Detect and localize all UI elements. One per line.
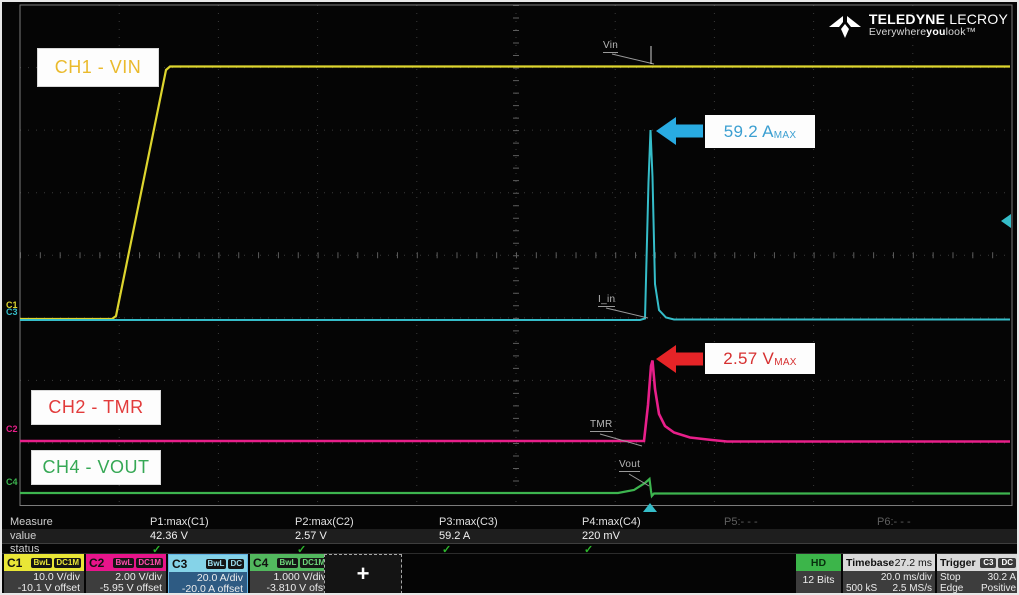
p4-status-check-icon: ✓ bbox=[584, 543, 593, 556]
vmax-sub: MAX bbox=[774, 357, 797, 368]
oscilloscope-screen: Vin I_in TMR Vout C1 C3 C2 C4 CH1 - VIN … bbox=[0, 0, 1019, 595]
vout-annotation: Vout bbox=[619, 460, 640, 472]
c2-coupling-badge: DC1M bbox=[136, 558, 163, 568]
c1-offset: -10.1 V offset bbox=[4, 583, 80, 594]
c4-bwl-badge: BwL bbox=[277, 558, 298, 568]
trigger-time-marker[interactable] bbox=[643, 503, 657, 512]
iin-annotation: I_in bbox=[598, 295, 615, 307]
trigger-source-badge: C3 bbox=[980, 558, 996, 568]
c4-id: C4 bbox=[253, 556, 268, 570]
trigger-level: 30.2 A bbox=[988, 572, 1016, 583]
imax-arrow-icon bbox=[656, 117, 703, 145]
c4-descriptor-box[interactable]: C4 BwLDC1M 1.000 V/div-3.810 V ofst bbox=[250, 554, 330, 594]
timebase-rate: 2.5 MS/s bbox=[893, 583, 932, 594]
trace-c4-vout bbox=[20, 479, 1010, 496]
c2-zero-marker[interactable]: C2 bbox=[6, 425, 18, 434]
measure-p2-value: 2.57 V bbox=[295, 530, 327, 542]
c2-offset: -5.95 V offset bbox=[86, 583, 162, 594]
tagline-post: look™ bbox=[946, 26, 977, 38]
brand-lecroy: LECROY bbox=[949, 11, 1008, 27]
vin-annotation: Vin bbox=[603, 41, 618, 53]
timebase-title: Timebase bbox=[846, 557, 894, 569]
hd-title: HD bbox=[796, 554, 841, 571]
trigger-title: Trigger bbox=[940, 557, 976, 569]
timebase-box[interactable]: Timebase 27.2 ms 20.0 ms/div 500 kS 2.5 M… bbox=[843, 554, 935, 594]
iin-callout-line bbox=[606, 308, 648, 318]
timebase-position: 27.2 ms bbox=[895, 557, 932, 569]
c4-coupling-badge: DC1M bbox=[300, 558, 327, 568]
trigger-box[interactable]: Trigger C3 DC Stop 30.2 A Edge Positive bbox=[937, 554, 1019, 594]
teledyne-logo-icon bbox=[828, 13, 862, 39]
c2-bwl-badge: BwL bbox=[113, 558, 134, 568]
c3-bwl-badge: BwL bbox=[206, 559, 227, 569]
c3-id: C3 bbox=[172, 557, 187, 571]
add-trace-button[interactable]: + bbox=[324, 554, 402, 594]
measure-p3-value: 59.2 A bbox=[439, 530, 470, 542]
measure-p6-header[interactable]: P6:- - - bbox=[877, 516, 911, 528]
tagline-bold: you bbox=[926, 26, 945, 38]
c4-zero-marker[interactable]: C4 bbox=[6, 478, 18, 487]
c2-descriptor-box[interactable]: C2 BwLDC1M 2.00 V/div-5.95 V offset bbox=[86, 554, 166, 594]
measure-p2-header[interactable]: P2:max(C2) bbox=[295, 516, 354, 528]
hd-mode-box[interactable]: HD 12 Bits bbox=[796, 554, 841, 594]
tagline-pre: Everywhere bbox=[869, 26, 926, 38]
c1-coupling-badge: DC1M bbox=[54, 558, 81, 568]
measure-row-title: Measure bbox=[10, 516, 53, 528]
c3-coupling-badge: DC bbox=[228, 559, 244, 569]
c1-id: C1 bbox=[7, 556, 22, 570]
ch2-tmr-label: CH2 - TMR bbox=[32, 391, 160, 424]
measure-p1-value: 42.36 V bbox=[150, 530, 188, 542]
vout-callout-line bbox=[629, 474, 649, 486]
trigger-coupling-badge: DC bbox=[998, 558, 1016, 568]
p3-status-check-icon: ✓ bbox=[442, 543, 451, 556]
ch1-vin-label: CH1 - VIN bbox=[38, 49, 158, 86]
trace-c2-tmr bbox=[20, 361, 1010, 442]
imax-value: 59.2 A bbox=[724, 122, 774, 142]
c3-offset: -20.0 A offset bbox=[169, 584, 243, 595]
c3-descriptor-box-selected[interactable]: C3 BwLDC 20.0 A/div-20.0 A offset bbox=[168, 554, 248, 594]
hd-bits: 12 Bits bbox=[796, 571, 841, 586]
vin-callout-line bbox=[612, 54, 654, 64]
measure-p3-header[interactable]: P3:max(C3) bbox=[439, 516, 498, 528]
vmax-value: 2.57 V bbox=[723, 349, 774, 369]
graticule bbox=[20, 5, 1012, 506]
measure-p4-header[interactable]: P4:max(C4) bbox=[582, 516, 641, 528]
teledyne-lecroy-logo: TELEDYNE LECROY Everywhereyoulook™ bbox=[828, 13, 1008, 39]
measure-p5-header[interactable]: P5:- - - bbox=[724, 516, 758, 528]
brand-teledyne: TELEDYNE bbox=[869, 11, 945, 27]
tmr-annotation: TMR bbox=[590, 420, 613, 432]
trace-c3-iin bbox=[20, 130, 1010, 320]
imax-sub: MAX bbox=[774, 130, 797, 141]
trigger-slope: Positive bbox=[981, 583, 1016, 594]
c4-offset: -3.810 V ofst bbox=[250, 583, 326, 594]
trigger-level-marker[interactable] bbox=[1001, 214, 1011, 228]
timebase-samples: 500 kS bbox=[846, 583, 877, 594]
timebase-per-div: 20.0 ms/div bbox=[881, 572, 932, 583]
trigger-mode: Stop bbox=[940, 572, 961, 583]
trigger-type: Edge bbox=[940, 583, 963, 594]
imax-callout: 59.2 AMAX bbox=[705, 115, 815, 148]
vmax-callout: 2.57 VMAX bbox=[705, 343, 815, 374]
measure-p1-header[interactable]: P1:max(C1) bbox=[150, 516, 209, 528]
ch4-vout-label: CH4 - VOUT bbox=[32, 451, 160, 484]
c1-bwl-badge: BwL bbox=[31, 558, 52, 568]
measure-p4-value: 220 mV bbox=[582, 530, 620, 542]
value-row-title: value bbox=[10, 530, 36, 542]
vmax-arrow-icon bbox=[656, 345, 703, 373]
c1-descriptor-box[interactable]: C1 BwLDC1M 10.0 V/div-10.1 V offset bbox=[4, 554, 84, 594]
c3-zero-marker[interactable]: C3 bbox=[6, 308, 18, 317]
c2-id: C2 bbox=[89, 556, 104, 570]
